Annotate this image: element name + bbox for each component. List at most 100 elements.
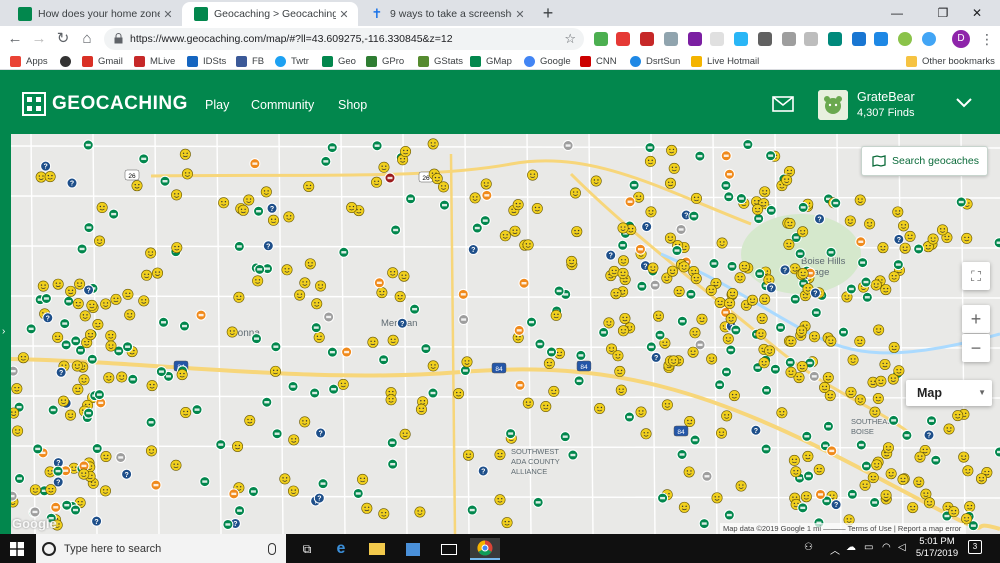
close-window-button[interactable]: ✕ bbox=[954, 0, 1000, 26]
home-icon[interactable]: ⌂ bbox=[76, 29, 98, 49]
traditional-cache-marker bbox=[753, 213, 765, 225]
highway-shield: 84 bbox=[576, 360, 592, 372]
browser-tab-1[interactable]: How does your home zone look ✕ bbox=[6, 2, 182, 26]
multi-cache-marker bbox=[481, 189, 493, 201]
found-cache-marker bbox=[617, 325, 629, 337]
extension-icon[interactable] bbox=[852, 32, 866, 46]
browser-menu-icon[interactable]: ⋮ bbox=[980, 30, 994, 48]
bookmark-gstats[interactable]: GStats bbox=[418, 53, 463, 69]
found-cache-marker bbox=[617, 222, 629, 234]
user-name[interactable]: GrateBear bbox=[857, 90, 915, 105]
found-cache-marker bbox=[797, 267, 809, 279]
extension-icon[interactable] bbox=[922, 32, 936, 46]
people-icon[interactable]: ⚇ bbox=[804, 542, 813, 553]
extension-icon[interactable] bbox=[710, 32, 724, 46]
traditional-cache-marker bbox=[338, 246, 350, 258]
found-cache-marker bbox=[756, 313, 768, 325]
extension-icon[interactable] bbox=[804, 32, 818, 46]
zoom-out-button[interactable]: − bbox=[962, 334, 990, 362]
fullscreen-icon[interactable]: ⛶ bbox=[962, 262, 990, 290]
battery-icon[interactable]: ▭ bbox=[864, 542, 873, 553]
new-tab-button[interactable]: + bbox=[538, 3, 558, 23]
disabled-cache-marker bbox=[11, 365, 19, 377]
map-layer[interactable]: 262684848484SonnaSOUTHWESTADA COUNTYALLI… bbox=[11, 134, 1000, 534]
mail-icon[interactable] bbox=[772, 96, 794, 112]
taskbar-search[interactable]: Type here to search bbox=[36, 534, 286, 563]
found-cache-marker bbox=[110, 293, 122, 305]
taskbar-clock[interactable]: 5:01 PM 5/17/2019 bbox=[912, 536, 962, 560]
map-sidebar-toggle[interactable]: › bbox=[0, 134, 11, 534]
task-view-icon[interactable]: ⧉ bbox=[292, 538, 322, 560]
edge-browser-icon[interactable]: e bbox=[326, 538, 356, 560]
extension-icon[interactable] bbox=[758, 32, 772, 46]
chrome-taskbar-icon[interactable] bbox=[470, 538, 500, 560]
traditional-cache-marker bbox=[390, 224, 402, 236]
extension-icon[interactable] bbox=[828, 32, 842, 46]
forward-arrow-icon[interactable]: → bbox=[28, 29, 50, 49]
bookmark-google[interactable]: Google bbox=[524, 53, 571, 69]
bookmark-twtr[interactable]: Twtr bbox=[275, 53, 309, 69]
address-bar[interactable]: https://www.geocaching.com/map/#?ll=43.6… bbox=[104, 28, 584, 50]
extension-icon[interactable] bbox=[874, 32, 888, 46]
user-avatar[interactable] bbox=[818, 90, 848, 120]
extension-icon[interactable] bbox=[688, 32, 702, 46]
nav-shop[interactable]: Shop bbox=[338, 97, 367, 113]
map-type-select[interactable]: Map ▼ bbox=[906, 380, 992, 406]
extension-icon[interactable] bbox=[616, 32, 630, 46]
map-attribution[interactable]: Map data ©2019 Google 1 mi ——— Terms of … bbox=[720, 523, 965, 534]
profile-avatar[interactable]: D bbox=[952, 30, 970, 48]
nav-play[interactable]: Play bbox=[205, 97, 229, 113]
reload-icon[interactable]: ↻ bbox=[52, 29, 74, 49]
bookmark-hotmail[interactable]: Live Hotmail bbox=[691, 53, 759, 69]
bookmark-gmap[interactable]: GMap bbox=[470, 53, 512, 69]
mail-app-icon[interactable] bbox=[434, 538, 464, 560]
bookmark-star-icon[interactable]: ☆ bbox=[564, 28, 576, 50]
extension-icon[interactable] bbox=[734, 32, 748, 46]
file-explorer-icon[interactable] bbox=[362, 538, 392, 560]
extension-icon[interactable] bbox=[664, 32, 678, 46]
bookmark-gpro[interactable]: GPro bbox=[366, 53, 404, 69]
svg-text:?: ? bbox=[481, 469, 485, 476]
back-arrow-icon[interactable]: ← bbox=[4, 29, 26, 49]
bookmark-apps[interactable]: Apps bbox=[10, 53, 48, 69]
traditional-cache-marker bbox=[287, 380, 299, 392]
search-geocaches-button[interactable]: Search geocaches bbox=[861, 146, 988, 176]
browser-tab-3[interactable]: ✝ 9 ways to take a screenshot on a ✕ bbox=[358, 2, 534, 26]
bookmark-gmail[interactable]: Gmail bbox=[82, 53, 123, 69]
tab-close-icon[interactable]: ✕ bbox=[336, 8, 352, 21]
chevron-down-icon[interactable] bbox=[956, 98, 972, 108]
found-cache-marker bbox=[885, 468, 897, 480]
cloud-icon[interactable]: ☁ bbox=[846, 542, 856, 553]
map-canvas[interactable]: › 262684848484SonnaSOUTHWESTADA COUNTYAL… bbox=[0, 134, 1000, 534]
store-icon[interactable] bbox=[398, 538, 428, 560]
extension-icon[interactable] bbox=[782, 32, 796, 46]
bookmark-globe[interactable] bbox=[60, 53, 76, 69]
zoom-in-button[interactable]: + bbox=[962, 305, 990, 333]
microphone-icon[interactable] bbox=[268, 542, 276, 555]
volume-icon[interactable]: ◁ bbox=[898, 542, 906, 553]
bookmark-other[interactable]: Other bookmarks bbox=[906, 53, 995, 69]
extension-icon[interactable] bbox=[640, 32, 654, 46]
found-cache-marker bbox=[907, 502, 919, 514]
notifications-icon[interactable]: 3 bbox=[968, 540, 982, 554]
wifi-icon[interactable]: ◠ bbox=[882, 542, 891, 553]
extension-icon[interactable] bbox=[898, 32, 912, 46]
found-cache-marker bbox=[615, 384, 627, 396]
site-brand[interactable]: GEOCACHING bbox=[52, 92, 188, 116]
bookmark-dsrtsun[interactable]: DsrtSun bbox=[630, 53, 680, 69]
tab-close-icon[interactable]: ✕ bbox=[512, 8, 528, 21]
extension-icon[interactable] bbox=[594, 32, 608, 46]
traditional-cache-marker bbox=[405, 193, 417, 205]
nav-community[interactable]: Community bbox=[251, 97, 314, 113]
windows-start-icon[interactable] bbox=[10, 542, 24, 556]
geocaching-logo-icon[interactable] bbox=[22, 92, 46, 116]
bookmark-geo[interactable]: Geo bbox=[322, 53, 356, 69]
minimize-button[interactable]: — bbox=[874, 0, 920, 26]
bookmark-cnn[interactable]: CNN bbox=[580, 53, 617, 69]
bookmark-idsts[interactable]: IDSts bbox=[187, 53, 226, 69]
bookmark-mlive[interactable]: MLive bbox=[134, 53, 175, 69]
tab-close-icon[interactable]: ✕ bbox=[160, 8, 176, 21]
browser-tab-2[interactable]: Geocaching > Geocaching Maps ✕ bbox=[182, 2, 358, 26]
tray-chevron-icon[interactable]: ︿ bbox=[830, 542, 840, 557]
bookmark-fb[interactable]: FB bbox=[236, 53, 264, 69]
